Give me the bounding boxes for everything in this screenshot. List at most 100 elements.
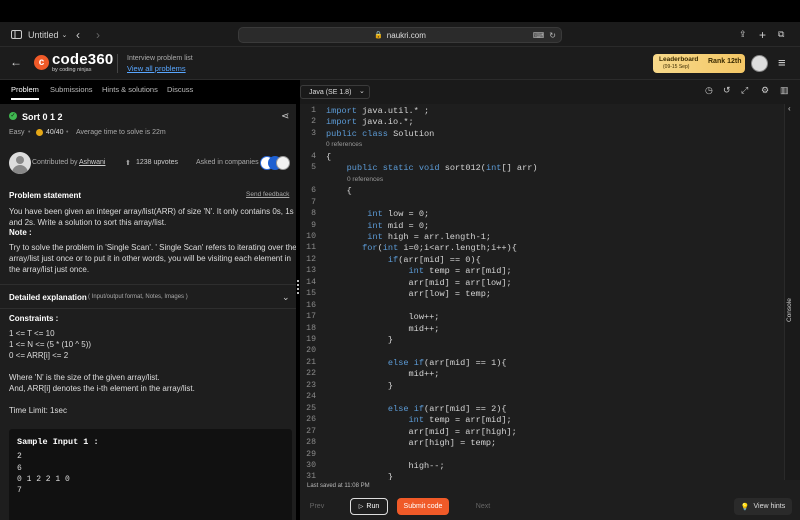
drag-handle-icon[interactable]: [297, 280, 299, 294]
code-panel: Java (SE 1.8) ⌄ ◷ ↺ ⤢ ⚙ ▥ 1 import java.u…: [300, 80, 800, 520]
tab-hints-solutions[interactable]: Hints & solutions: [102, 85, 158, 98]
share-icon[interactable]: ⋖: [281, 111, 289, 122]
company-logo-icon[interactable]: [276, 156, 290, 170]
reset-icon[interactable]: ↺: [723, 85, 731, 96]
layout-icon[interactable]: ▥: [780, 85, 789, 96]
forward-arrow-icon[interactable]: ›: [96, 22, 100, 47]
settings-gear-icon[interactable]: ⚙: [761, 85, 769, 96]
line-number: 2: [311, 117, 316, 127]
line-number: 11: [306, 243, 316, 253]
send-feedback-link[interactable]: Send feedback: [246, 191, 289, 198]
logo-subtitle: by coding ninjas: [52, 67, 92, 73]
browser-tab-title[interactable]: Untitled ⌄: [28, 22, 67, 47]
header-divider: [117, 54, 118, 73]
detailed-label: Detailed explanation: [9, 293, 87, 302]
note-line: Try to solve the problem in 'Single Scan…: [9, 243, 296, 252]
statement-heading: Problem statement: [9, 191, 82, 200]
translate-icon[interactable]: ⌨: [533, 31, 545, 40]
back-arrow-icon[interactable]: ←: [10, 55, 22, 69]
constraints-label: Constraints :: [9, 314, 59, 323]
line-number: 25: [306, 403, 316, 413]
tab-title-text: Untitled: [28, 29, 59, 40]
line-number: 15: [306, 289, 316, 299]
line-number: 12: [306, 254, 316, 264]
code-line: for(int i=0;i<arr.length;i++){: [362, 243, 517, 254]
submit-code-button[interactable]: Submit code: [397, 498, 449, 515]
sample-label: Sample Input 1 :: [17, 437, 99, 447]
line-number: 18: [306, 323, 316, 333]
sidebar-toggle-icon[interactable]: [11, 22, 22, 47]
line-number: 23: [306, 380, 316, 390]
sample-input-block: Sample Input 1 : 2 6 0 1 2 2 1 0 7: [9, 429, 292, 520]
line-number: 8: [311, 209, 316, 219]
section-divider: [0, 308, 296, 309]
code-lens-references[interactable]: 0 references: [347, 176, 383, 183]
code-line: import java.util.* ;: [326, 106, 430, 116]
line-number: 31: [306, 472, 316, 480]
constraint-line: 1 <= N <= (5 * (10 ^ 5)): [9, 340, 92, 349]
tab-problem[interactable]: Problem: [11, 85, 39, 100]
language-select[interactable]: Java (SE 1.8) ⌄: [300, 85, 370, 99]
user-avatar[interactable]: [751, 55, 768, 72]
console-toggle[interactable]: ‹ Console: [784, 104, 800, 480]
next-button[interactable]: Next: [472, 498, 494, 515]
contributor-link[interactable]: Ashwani: [79, 159, 105, 166]
code-line: mid++;: [326, 323, 440, 334]
line-number: 28: [306, 438, 316, 448]
line-number: 3: [311, 128, 316, 138]
line-number: 4: [311, 151, 316, 161]
fullscreen-icon[interactable]: ⤢: [741, 85, 748, 96]
run-button[interactable]: ▷ Run: [350, 498, 388, 515]
line-number: 5: [311, 163, 316, 173]
tab-discuss[interactable]: Discuss: [167, 85, 193, 98]
back-arrow-icon[interactable]: ‹: [76, 22, 80, 47]
new-tab-icon[interactable]: +: [759, 22, 766, 47]
prev-button[interactable]: Prev: [306, 498, 328, 515]
code-editor[interactable]: 1 import java.util.* ; 2 import java.io.*; 3…: [300, 104, 784, 480]
line-number: 7: [311, 197, 316, 207]
timer-icon[interactable]: ◷: [705, 85, 713, 96]
where-line: Where 'N' is the size of the given array…: [9, 373, 160, 382]
code-lens-references[interactable]: 0 references: [326, 141, 362, 148]
note-label: Note :: [9, 228, 32, 237]
browser-toolbar: Untitled ⌄ ‹ › 🔒 naukri.com ⌨ ↻ ⇪ + ⧉: [0, 22, 800, 47]
code-line: int low = 0;: [367, 209, 430, 220]
chevron-down-icon: ⌄: [282, 292, 290, 302]
leaderboard-badge[interactable]: Leaderboard (09-15 Sep) Rank 12th: [653, 54, 745, 73]
line-number: 1: [311, 106, 316, 115]
view-hints-button[interactable]: 💡 View hints: [734, 498, 792, 515]
logo-icon: c: [34, 55, 49, 70]
statement-line: and 2s. Write a solution to sort this ar…: [9, 218, 167, 227]
detailed-sub: ( Input/output format, Notes, Images ): [88, 294, 188, 300]
line-number: 22: [306, 369, 316, 379]
chevron-down-icon: ⌄: [61, 31, 68, 39]
detailed-explanation-toggle[interactable]: Detailed explanation ( Input/output form…: [0, 290, 296, 304]
tabs-overview-icon[interactable]: ⧉: [778, 22, 784, 47]
run-label: Run: [366, 503, 380, 510]
share-icon[interactable]: ⇪: [739, 22, 747, 47]
line-number: 27: [306, 426, 316, 436]
note-line: the array/list just once.: [9, 265, 90, 274]
code-line: arr[mid] = arr[high];: [326, 426, 517, 437]
tab-submissions[interactable]: Submissions: [50, 85, 93, 98]
hamburger-menu-icon[interactable]: ≡: [778, 55, 786, 70]
code-line: int temp = arr[mid];: [408, 266, 512, 277]
reload-icon[interactable]: ↻: [549, 31, 556, 40]
separator-dot: •: [28, 129, 31, 136]
contributed-label: Contributed by: [32, 159, 78, 166]
constraint-line: 0 <= ARR[i] <= 2: [9, 351, 69, 360]
line-number: 19: [306, 335, 316, 344]
upvotes-count: 1238 upvotes: [136, 159, 179, 166]
view-all-problems-link[interactable]: View all problems: [127, 64, 186, 73]
line-number: 30: [306, 460, 316, 470]
code-line: }: [326, 380, 394, 391]
upvote-icon[interactable]: ⬆: [125, 159, 131, 167]
problem-title: Sort 0 1 2: [22, 112, 63, 122]
address-bar[interactable]: 🔒 naukri.com ⌨ ↻: [238, 27, 562, 43]
problem-panel: ✓ Sort 0 1 2 ⋖ Easy • 40/40 • Average ti…: [0, 104, 296, 520]
console-label: Console: [786, 298, 793, 322]
code-line: int mid = 0;: [367, 220, 430, 231]
breadcrumb-label: Interview problem list: [127, 55, 193, 62]
contributor-avatar: [9, 152, 31, 174]
rank-value: 12th: [727, 58, 742, 65]
